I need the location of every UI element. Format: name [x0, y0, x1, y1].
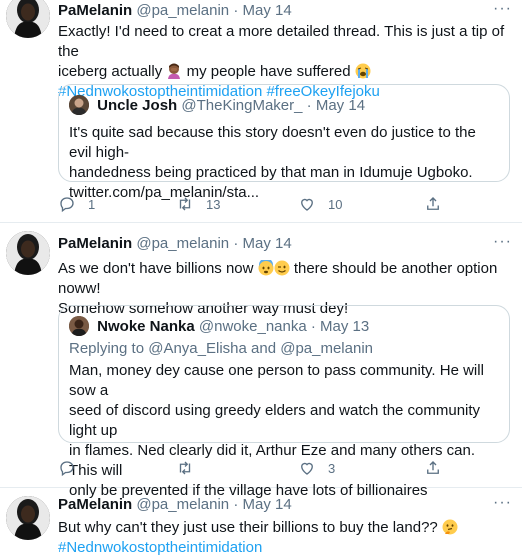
tweet-text-fragment: As we don't have billions now [58, 260, 254, 277]
tweet-text-line: Exactly! I'd need to creat a more detail… [58, 23, 505, 60]
quote-author-name: Uncle Josh [97, 97, 178, 114]
more-icon[interactable]: ··· [493, 0, 512, 18]
quote-text-line: seed of discord using greedy elders and … [69, 402, 481, 439]
hashtag-line: #Nednwokostoptheintimidation [58, 538, 510, 558]
reply-button[interactable]: 1 [58, 195, 95, 213]
emoji-loudly-crying [355, 63, 371, 79]
like-icon [301, 198, 313, 211]
author-handle[interactable]: @pa_melanin [136, 2, 229, 19]
quote-author-handle: @TheKingMaker_ [181, 97, 303, 114]
tweet-text-fragment: iceberg actually [58, 63, 163, 80]
tweet-text: But why can't they just use their billio… [58, 518, 510, 558]
author-handle[interactable]: @pa_melanin [136, 496, 229, 513]
tweet[interactable]: PaMelanin @pa_melanin · May 14 ··· But w… [0, 488, 522, 560]
emoji-thinking [442, 519, 458, 535]
quoted-tweet[interactable]: Uncle Josh @TheKingMaker_ · May 14 It's … [58, 84, 510, 201]
tweet[interactable]: PaMelanin @pa_melanin · May 14 ··· Exact… [0, 0, 522, 223]
emoji-fearful [258, 260, 274, 276]
quote-date: May 14 [315, 97, 366, 114]
quote-avatar [69, 316, 89, 336]
more-icon[interactable]: ··· [493, 233, 512, 251]
like-icon [301, 462, 313, 475]
quote-date: May 13 [320, 318, 370, 335]
retweet-icon [179, 197, 191, 211]
reply-icon [60, 197, 74, 213]
tweet-text-line: As we don't have billions now there shou… [58, 259, 510, 299]
quote-text-line: It's quite sad because this story doesn'… [69, 124, 476, 161]
retweet-button[interactable] [176, 459, 206, 477]
author-handle[interactable]: @pa_melanin [136, 235, 229, 252]
tweet[interactable]: PaMelanin @pa_melanin · May 14 ··· As we… [0, 223, 522, 499]
hashtag-link[interactable]: #Nednwokostoptheintimidation [58, 539, 262, 556]
replying-prefix: Replying to [69, 340, 145, 357]
tweet-date[interactable]: May 14 [243, 496, 292, 513]
author-name[interactable]: PaMelanin [58, 2, 132, 19]
retweet-count: 13 [206, 196, 221, 212]
quoted-tweet[interactable]: Nwoke Nanka @nwoke_nanka · May 13 Replyi… [58, 305, 510, 499]
like-button[interactable]: 3 [298, 459, 335, 477]
author-name[interactable]: PaMelanin [58, 496, 132, 513]
quote-author-name: Nwoke Nanka [97, 318, 195, 335]
quote-text-line: handedness being practiced by that man i… [69, 164, 473, 181]
separator-dot: · [233, 496, 239, 513]
like-count: 10 [328, 196, 343, 212]
action-bar: 3 [58, 459, 478, 479]
action-bar: 1 13 10 [58, 195, 478, 215]
tweet-text-line: But why can't they just use their billio… [58, 518, 510, 538]
replying-handle: @Anya_Elisha [148, 340, 247, 357]
share-icon [427, 461, 439, 474]
like-button[interactable]: 10 [298, 195, 342, 213]
quote-author-handle: @nwoke_nanka [198, 318, 307, 335]
quote-text: It's quite sad because this story doesn'… [69, 123, 499, 203]
avatar[interactable] [6, 496, 50, 540]
tweet-text-line: iceberg actually my people have suffered [58, 62, 510, 82]
avatar[interactable] [6, 231, 50, 275]
like-count: 3 [328, 460, 336, 476]
share-button[interactable] [424, 459, 454, 477]
emoji-woman-facepalming [168, 63, 181, 79]
tweet-date[interactable]: May 14 [243, 235, 292, 252]
avatar[interactable] [6, 0, 50, 38]
tweet-date[interactable]: May 14 [243, 2, 292, 19]
separator-dot: · [233, 2, 239, 19]
replying-and: and [251, 340, 277, 357]
reply-button[interactable] [58, 459, 88, 477]
quote-text: Man, money dey cause one person to pass … [69, 361, 499, 501]
separator-dot: · [306, 97, 312, 114]
separator-dot: · [310, 318, 316, 335]
retweet-button[interactable]: 13 [176, 195, 220, 213]
tweet-text-fragment: my people have suffered [186, 63, 351, 80]
emoji-wink [274, 260, 290, 276]
author-name[interactable]: PaMelanin [58, 235, 132, 252]
quote-avatar [69, 95, 89, 115]
replying-handle: @pa_melanin [280, 340, 374, 357]
separator-dot: · [233, 235, 239, 252]
quote-text-line: Man, money dey cause one person to pass … [69, 362, 484, 399]
tweet-text-fragment: But why can't they just use their billio… [58, 519, 438, 536]
replying-to: Replying to @Anya_Elisha and @pa_melanin [69, 339, 499, 359]
reply-count: 1 [88, 196, 96, 212]
retweet-icon [179, 461, 191, 475]
share-button[interactable] [424, 195, 454, 213]
more-icon[interactable]: ··· [493, 494, 512, 512]
share-icon [427, 197, 439, 210]
reply-icon [60, 461, 74, 477]
